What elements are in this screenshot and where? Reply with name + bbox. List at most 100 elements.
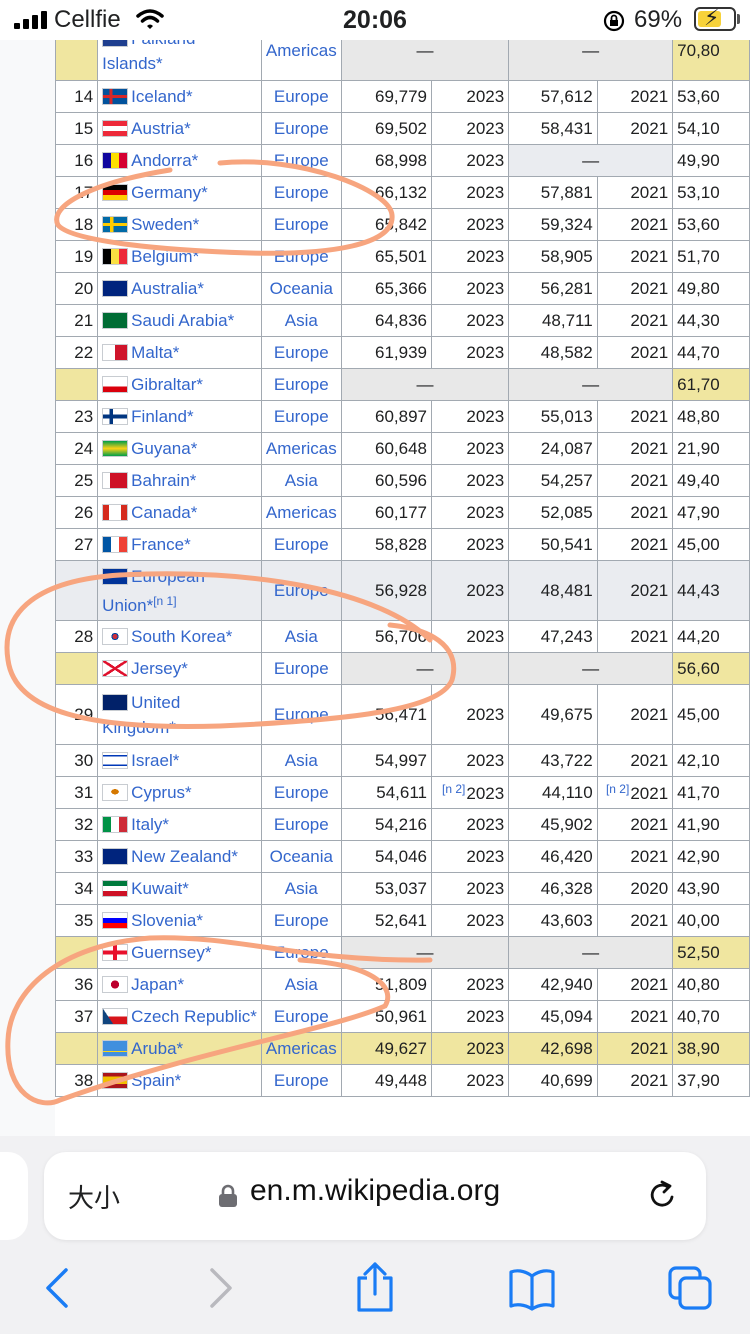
footnote-link[interactable]: [n 2] [606,782,629,796]
country-link[interactable]: Slovenia [131,911,196,930]
country-link[interactable]: Australia [131,279,197,298]
text-size-button[interactable]: 大小 [68,1178,120,1215]
country-cell[interactable]: Falkland Islands* [97,40,262,81]
region-cell[interactable]: Europe [260,776,342,809]
region-cell[interactable]: Europe [260,208,342,241]
country-link[interactable]: Gibraltar [131,375,196,394]
country-cell[interactable]: Aruba* [97,1032,262,1065]
country-link[interactable]: Germany [131,183,201,202]
region-cell[interactable]: Americas [260,40,342,81]
country-cell[interactable]: Sweden* [97,208,262,241]
region-cell[interactable]: Europe [260,112,342,145]
region-cell[interactable]: Europe [260,652,342,685]
country-link[interactable]: New Zealand [131,847,231,866]
region-cell[interactable]: Europe [260,560,342,621]
country-cell[interactable]: Malta* [97,336,262,369]
region-cell[interactable]: Europe [260,400,342,433]
country-link[interactable]: France [131,535,184,554]
country-cell[interactable]: Gibraltar* [97,368,262,401]
country-cell[interactable]: Canada* [97,496,262,529]
region-cell[interactable]: Europe [260,808,342,841]
country-link[interactable]: Finland [131,407,187,426]
country-link[interactable]: Bahrain [131,471,190,490]
footnote-link[interactable]: [n 1] [153,594,176,608]
country-link[interactable]: Sweden [131,215,192,234]
country-cell[interactable]: Saudi Arabia* [97,304,262,337]
region-cell[interactable]: Asia [260,744,342,777]
region-cell[interactable]: Americas [260,432,342,465]
region-cell[interactable]: Asia [260,304,342,337]
country-link[interactable]: Iceland [131,87,186,106]
region-cell[interactable]: Asia [260,872,342,905]
address-bar[interactable]: 大小 en.m.wikipedia.org [44,1152,706,1240]
country-cell[interactable]: Andorra* [97,144,262,177]
country-link[interactable]: Malta [131,343,173,362]
country-cell[interactable]: Austria* [97,112,262,145]
forward-icon[interactable] [196,1264,244,1312]
country-link[interactable]: Saudi Arabia [131,311,227,330]
country-link[interactable]: Italy [131,815,162,834]
region-cell[interactable]: Asia [260,464,342,497]
country-link[interactable]: Kuwait [131,879,182,898]
footnote-link[interactable]: [n 2] [442,782,465,796]
country-cell[interactable]: New Zealand* [97,840,262,873]
country-cell[interactable]: Australia* [97,272,262,305]
share-icon[interactable] [351,1260,399,1314]
region-cell[interactable]: Europe [260,240,342,273]
region-cell[interactable]: Europe [260,904,342,937]
country-cell[interactable]: Belgium* [97,240,262,273]
country-cell[interactable]: Slovenia* [97,904,262,937]
country-cell[interactable]: Kuwait* [97,872,262,905]
region-cell[interactable]: Oceania [260,840,342,873]
country-cell[interactable]: Italy* [97,808,262,841]
url-text[interactable]: en.m.wikipedia.org [250,1174,500,1208]
country-cell[interactable]: Czech Republic* [97,1000,262,1033]
country-cell[interactable]: Spain* [97,1064,262,1097]
country-cell[interactable]: South Korea* [97,620,262,653]
country-link[interactable]: Canada [131,503,191,522]
country-cell[interactable]: Bahrain* [97,464,262,497]
region-cell[interactable]: Europe [260,936,342,969]
country-cell[interactable]: Cyprus* [97,776,262,809]
country-link[interactable]: Czech Republic [131,1007,250,1026]
country-cell[interactable]: Israel* [97,744,262,777]
region-cell[interactable]: Europe [260,176,342,209]
country-link[interactable]: South Korea [131,627,226,646]
country-cell[interactable]: Jersey* [97,652,262,685]
country-cell[interactable]: European Union*[n 1] [97,560,262,621]
country-link[interactable]: Guernsey [131,943,205,962]
country-link[interactable]: Spain [131,1071,174,1090]
country-cell[interactable]: Germany* [97,176,262,209]
previous-tab-preview[interactable] [0,1152,28,1240]
country-cell[interactable]: Finland* [97,400,262,433]
country-cell[interactable]: Guyana* [97,432,262,465]
region-cell[interactable]: Oceania [260,272,342,305]
back-icon[interactable] [34,1264,82,1312]
region-cell[interactable]: Europe [260,80,342,113]
region-cell[interactable]: Europe [260,1064,342,1097]
region-cell[interactable]: Europe [260,528,342,561]
region-cell[interactable]: Americas [260,1032,342,1065]
webpage-content[interactable]: Falkland Islands*Americas——70,8014Icelan… [0,40,750,1136]
country-cell[interactable]: Japan* [97,968,262,1001]
country-cell[interactable]: Iceland* [97,80,262,113]
country-cell[interactable]: Guernsey* [97,936,262,969]
region-cell[interactable]: Europe [260,144,342,177]
region-cell[interactable]: Asia [260,620,342,653]
country-link[interactable]: Japan [131,975,177,994]
region-cell[interactable]: Europe [260,1000,342,1033]
region-cell[interactable]: Europe [260,684,342,745]
region-cell[interactable]: Europe [260,336,342,369]
region-cell[interactable]: Asia [260,968,342,1001]
country-link[interactable]: Andorra [131,151,191,170]
country-cell[interactable]: United Kingdom* [97,684,262,745]
region-cell[interactable]: Americas [260,496,342,529]
bookmarks-icon[interactable] [508,1264,556,1312]
country-cell[interactable]: France* [97,528,262,561]
country-link[interactable]: Israel [131,751,173,770]
region-cell[interactable]: Europe [260,368,342,401]
country-link[interactable]: Aruba [131,1039,176,1058]
country-link[interactable]: Belgium [131,247,192,266]
country-link[interactable]: Guyana [131,439,191,458]
country-link[interactable]: Jersey [131,659,181,678]
